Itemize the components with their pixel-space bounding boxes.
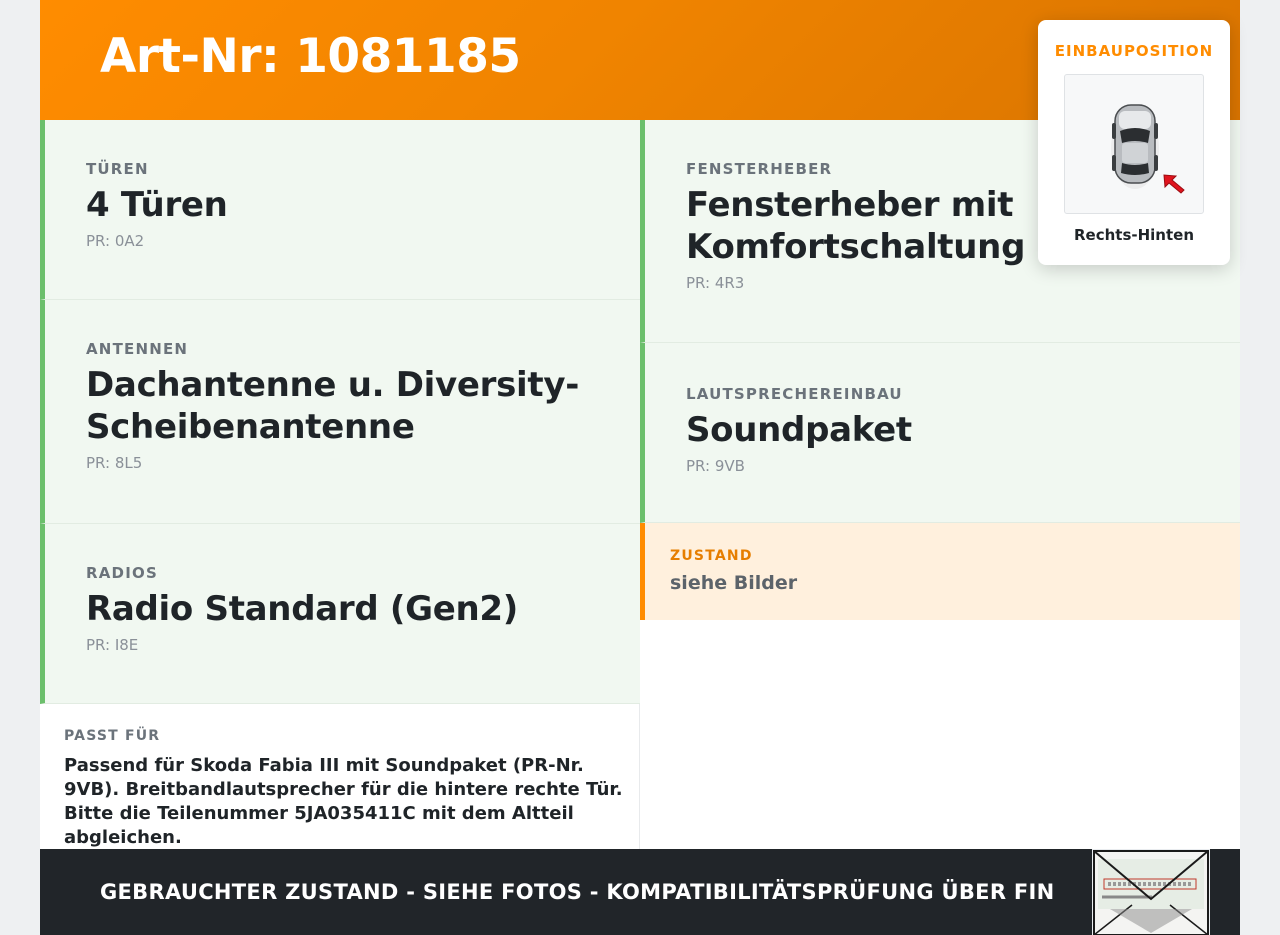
condition-card: ZUSTAND siehe Bilder: [640, 523, 1240, 620]
spec-label: LAUTSPRECHEREINBAU: [686, 385, 903, 403]
spec-card-radios: RADIOS Radio Standard (Gen2) PR: I8E: [40, 524, 640, 704]
spec-card-tueren: TÜREN 4 Türen PR: 0A2: [40, 120, 640, 300]
car-position-image: [1064, 74, 1204, 214]
position-arrow-icon: [1163, 174, 1185, 194]
condition-value: siehe Bilder: [670, 572, 798, 594]
spec-value: Soundpaket: [686, 410, 912, 450]
spec-pr-code: PR: 9VB: [686, 457, 745, 475]
footer-text: GEBRAUCHTER ZUSTAND - SIEHE FOTOS - KOMP…: [100, 880, 1055, 904]
spec-card-antennen: ANTENNEN Dachantenne u. Diversity-Scheib…: [40, 300, 640, 524]
popup-title: EINBAUPOSITION: [1054, 42, 1214, 60]
spec-pr-code: PR: 4R3: [686, 274, 745, 292]
document-thumbnail[interactable]: [1092, 849, 1210, 935]
spec-pr-code: PR: I8E: [86, 636, 139, 654]
footer-banner: GEBRAUCHTER ZUSTAND - SIEHE FOTOS - KOMP…: [40, 849, 1240, 935]
car-top-view-icon: [1111, 104, 1185, 194]
spec-card-lautsprecher: LAUTSPRECHEREINBAU Soundpaket PR: 9VB: [640, 343, 1240, 523]
install-position-popup: EINBAUPOSITION Rechts-Hinten: [1038, 20, 1230, 265]
envelope-icon: [1093, 850, 1209, 935]
compatibility-section: PASST FÜR Passend für Skoda Fabia III mi…: [40, 704, 640, 849]
spec-value: Radio Standard (Gen2): [86, 589, 519, 629]
spec-value: Dachantenne u. Diversity-Scheibenantenne: [86, 365, 580, 447]
spec-label: RADIOS: [86, 564, 158, 582]
spec-value: 4 Türen: [86, 185, 228, 225]
spec-label: TÜREN: [86, 160, 149, 178]
spec-label: ANTENNEN: [86, 340, 189, 358]
spec-pr-code: PR: 0A2: [86, 232, 145, 250]
position-caption: Rechts-Hinten: [1073, 226, 1194, 244]
compatibility-label: PASST FÜR: [64, 728, 161, 744]
condition-label: ZUSTAND: [670, 548, 753, 564]
left-column: TÜREN 4 Türen PR: 0A2 ANTENNEN Dachanten…: [40, 120, 640, 849]
compatibility-text: Passend für Skoda Fabia III mit Soundpak…: [64, 755, 623, 848]
page-title: Art-Nr: 1081185: [100, 28, 521, 84]
spec-pr-code: PR: 8L5: [86, 454, 143, 472]
